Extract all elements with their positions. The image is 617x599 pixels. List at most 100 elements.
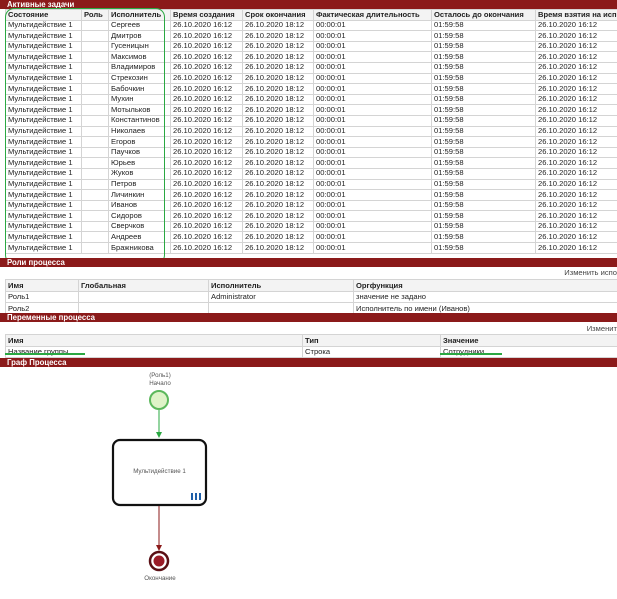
active-tasks-header: Активные задачи xyxy=(0,0,617,9)
table-cell: Сергеев xyxy=(108,19,171,32)
table-row[interactable]: Роль1 Administrator значение не задано xyxy=(5,290,617,303)
table-cell: Мультидействие 1 xyxy=(5,61,82,74)
table-cell: 26.10.2020 16:12 xyxy=(535,167,617,180)
column-header[interactable]: Роль xyxy=(81,9,109,21)
table-row[interactable]: Мультидействие 1 Стрекозин 26.10.2020 16:1… xyxy=(5,72,617,85)
table-row[interactable]: Мультидействие 1 Петров 26.10.2020 16:12 26… xyxy=(5,178,617,191)
table-row[interactable]: Мультидействие 1 Сергеев 26.10.2020 16:12 2… xyxy=(5,19,617,32)
column-header[interactable]: Исполнитель xyxy=(208,279,354,292)
table-cell: Егоров xyxy=(108,136,171,148)
table-row[interactable]: Мультидействие 1 Андреев 26.10.2020 16:12 2… xyxy=(5,231,617,244)
table-row[interactable]: Мультидействие 1 Личинкин 26.10.2020 16:12… xyxy=(5,189,617,201)
table-row[interactable]: Мультидействие 1 Жуков 26.10.2020 16:12 26.… xyxy=(5,167,617,180)
table-cell: 26.10.2020 16:12 xyxy=(170,61,243,74)
table-cell: 26.10.2020 16:12 xyxy=(170,189,243,201)
table-cell: 26.10.2020 16:12 xyxy=(170,231,243,244)
start-event-icon[interactable] xyxy=(149,390,169,410)
end-label: Окончание xyxy=(144,575,176,582)
table-cell: 26.10.2020 16:12 xyxy=(170,146,243,159)
table-cell: Иванов xyxy=(108,199,171,212)
variable-value-underline xyxy=(440,353,502,355)
table-row[interactable]: Мультидействие 1 Максимов 26.10.2020 16:12… xyxy=(5,51,617,63)
table-cell: Мультидействие 1 xyxy=(5,146,82,159)
table-cell: 26.10.2020 18:12 xyxy=(242,61,314,74)
table-cell: 00:00:01 xyxy=(313,93,432,106)
table-cell: 26.10.2020 18:12 xyxy=(242,231,314,244)
table-cell: 26.10.2020 18:12 xyxy=(242,242,314,254)
table-row[interactable]: Мультидействие 1 Паучков 26.10.2020 16:12 2… xyxy=(5,146,617,159)
table-cell: 26.10.2020 16:12 xyxy=(535,146,617,159)
table-cell: 26.10.2020 16:12 xyxy=(535,199,617,212)
table-cell: 01:59:58 xyxy=(431,167,536,180)
column-header[interactable]: Тип xyxy=(302,334,441,347)
table-cell: 26.10.2020 16:12 xyxy=(535,51,617,63)
table-cell: Юрьев xyxy=(108,157,171,169)
table-cell xyxy=(81,40,109,53)
column-header[interactable]: Осталось до окончания xyxy=(431,9,536,21)
table-row[interactable]: Мультидействие 1 Сверчков 26.10.2020 16:12… xyxy=(5,220,617,233)
table-cell: Дмитров xyxy=(108,30,171,42)
table-row[interactable]: Мультидействие 1 Сидоров 26.10.2020 16:12 2… xyxy=(5,210,617,222)
table-cell: 26.10.2020 16:12 xyxy=(535,189,617,201)
table-cell: Владимиров xyxy=(108,61,171,74)
roles-table: Имя Глобальная Исполнитель Оргфункция Роль1… xyxy=(5,279,617,315)
task-label: Мультидействие 1 xyxy=(133,468,186,475)
table-cell: Мультидействие 1 xyxy=(5,19,82,32)
table-cell: 00:00:01 xyxy=(313,61,432,74)
table-cell: 26.10.2020 18:12 xyxy=(242,72,314,85)
table-cell: Мультидействие 1 xyxy=(5,114,82,127)
edit-variables-link[interactable]: Изменит xyxy=(587,324,617,333)
table-cell: Андреев xyxy=(108,231,171,244)
column-header[interactable]: Имя xyxy=(5,334,303,347)
column-header[interactable]: Имя xyxy=(5,279,79,292)
table-row[interactable]: Мультидействие 1 Мотыльков 26.10.2020 16:1… xyxy=(5,104,617,116)
table-cell xyxy=(81,220,109,233)
table-row[interactable]: Мультидействие 1 Владимиров 26.10.2020 16:… xyxy=(5,61,617,74)
tasks-header-row: Состояние Роль Исполнитель Время создания Ср… xyxy=(5,9,617,21)
table-row[interactable]: Мультидействие 1 Дмитров 26.10.2020 16:12 2… xyxy=(5,30,617,42)
table-cell: 26.10.2020 16:12 xyxy=(535,19,617,32)
column-header[interactable]: Глобальная xyxy=(78,279,209,292)
column-header[interactable]: Значение xyxy=(440,334,617,347)
table-cell: Мультидействие 1 xyxy=(5,93,82,106)
table-row[interactable]: Мультидействие 1 Юрьев 26.10.2020 16:12 26.… xyxy=(5,157,617,169)
table-row[interactable]: Мультидействие 1 Гусеницын 26.10.2020 16:1… xyxy=(5,40,617,53)
table-row[interactable]: Мультидействие 1 Иванов 26.10.2020 16:12 26… xyxy=(5,199,617,212)
table-cell: 01:59:58 xyxy=(431,146,536,159)
table-cell: 01:59:58 xyxy=(431,61,536,74)
table-cell: 26.10.2020 16:12 xyxy=(170,167,243,180)
table-row[interactable]: Мультидействие 1 Мухин 26.10.2020 16:12 26.… xyxy=(5,93,617,106)
table-cell: 00:00:01 xyxy=(313,157,432,169)
column-header[interactable]: Время взятия на испол xyxy=(535,9,617,21)
table-cell: 26.10.2020 16:12 xyxy=(535,210,617,222)
table-row[interactable]: Мультидействие 1 Бражникова 26.10.2020 16:… xyxy=(5,242,617,254)
table-cell: 26.10.2020 18:12 xyxy=(242,83,314,95)
table-cell: Константинов xyxy=(108,114,171,127)
table-cell: 26.10.2020 18:12 xyxy=(242,30,314,42)
edit-roles-link[interactable]: Изменить испо xyxy=(564,268,617,277)
column-header[interactable]: Фактическая длительность xyxy=(313,9,432,21)
column-header[interactable]: Состояние xyxy=(5,9,82,21)
table-row[interactable]: Мультидействие 1 Николаев 26.10.2020 16:12… xyxy=(5,125,617,138)
table-row[interactable]: Мультидействие 1 Егоров 26.10.2020 16:12 26… xyxy=(5,136,617,148)
column-header[interactable]: Оргфункция xyxy=(353,279,617,292)
roles-header: Роли процесса xyxy=(0,258,617,267)
table-cell xyxy=(81,19,109,32)
end-event-icon[interactable] xyxy=(148,550,170,572)
table-row[interactable]: Название группы Строка Сотрудники xyxy=(5,345,617,358)
table-cell xyxy=(81,125,109,138)
table-row[interactable]: Мультидействие 1 Константинов 26.10.2020 1… xyxy=(5,114,617,127)
table-cell: 26.10.2020 16:12 xyxy=(535,93,617,106)
table-cell: Гусеницын xyxy=(108,40,171,53)
column-header[interactable]: Время создания xyxy=(170,9,243,21)
table-cell: 26.10.2020 16:12 xyxy=(170,125,243,138)
table-cell: 26.10.2020 16:12 xyxy=(535,178,617,191)
table-cell: 26.10.2020 16:12 xyxy=(535,83,617,95)
variables-header-row: Имя Тип Значение xyxy=(5,334,617,347)
table-row[interactable]: Мультидействие 1 Бабочкин 26.10.2020 16:12… xyxy=(5,83,617,95)
column-header[interactable]: Срок окончания xyxy=(242,9,314,21)
column-header[interactable]: Исполнитель xyxy=(108,9,171,21)
table-cell: 26.10.2020 16:12 xyxy=(170,199,243,212)
table-cell: 00:00:01 xyxy=(313,242,432,254)
table-cell: Максимов xyxy=(108,51,171,63)
